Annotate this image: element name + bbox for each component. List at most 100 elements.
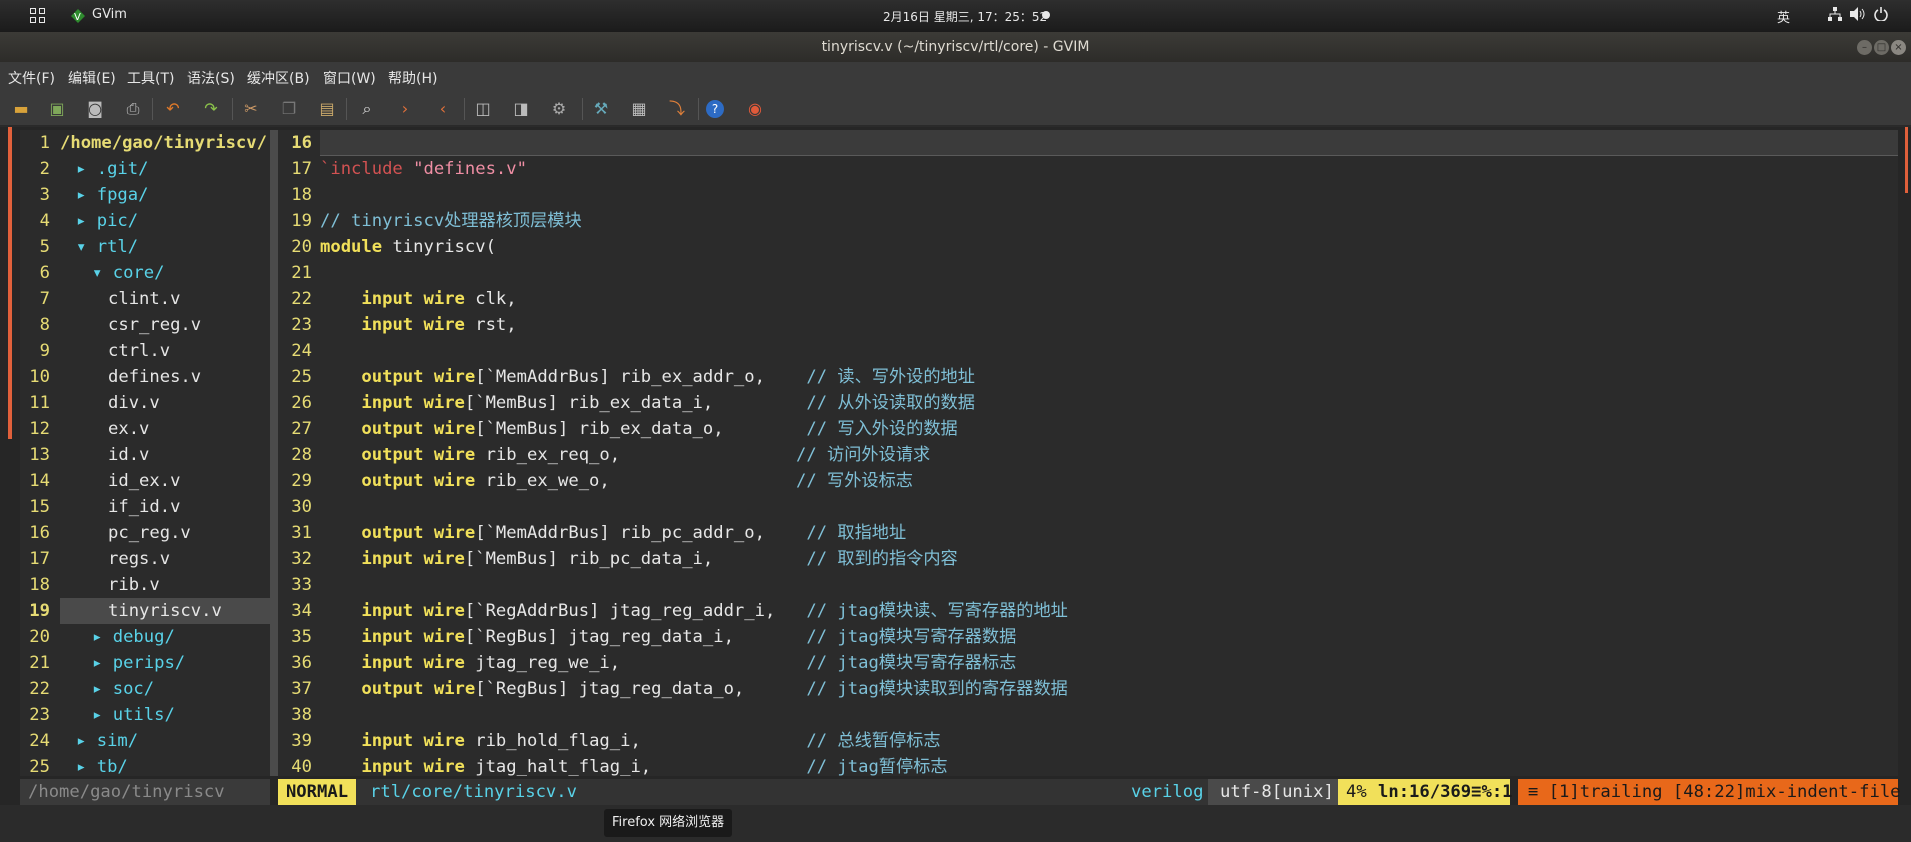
clock[interactable]: 2月16日 星期三, 17：25：52: [883, 8, 1047, 25]
code-line[interactable]: output wire[`MemBus] rib_ex_data_o, // 写…: [320, 416, 957, 442]
code-line[interactable]: input wire jtag_halt_flag_i, // jtag暂停标志: [320, 754, 947, 776]
code-line[interactable]: output wire rib_ex_we_o, // 写外设标志: [320, 468, 913, 494]
tree-expand-icon[interactable]: ▾: [92, 263, 102, 283]
tree-expand-icon[interactable]: ▸: [76, 731, 86, 751]
tree-expand-icon[interactable]: ▸: [92, 679, 102, 699]
network-icon[interactable]: [1828, 7, 1842, 25]
tags-icon[interactable]: ⤵: [666, 98, 688, 120]
tree-dir-item[interactable]: ▸ tb/: [76, 754, 128, 776]
save-icon[interactable]: ◙: [84, 98, 106, 120]
paste-icon[interactable]: ▤: [316, 98, 338, 120]
code-line[interactable]: output wire[`MemAddrBus] rib_ex_addr_o, …: [320, 364, 975, 390]
tree-expand-icon[interactable]: ▸: [92, 653, 102, 673]
tree-dir-item[interactable]: ▸ debug/: [92, 624, 175, 650]
window-title-bar[interactable]: tinyriscv.v (~/tinyriscv/rtl/core) - GVI…: [0, 32, 1911, 62]
undo-icon[interactable]: ↶: [162, 98, 184, 120]
code-line[interactable]: output wire[`MemAddrBus] rib_pc_addr_o, …: [320, 520, 906, 546]
run-script-icon[interactable]: ⚙: [548, 98, 570, 120]
tree-dir-item[interactable]: ▸ pic/: [76, 208, 138, 234]
scrollbar-thumb[interactable]: [1905, 127, 1908, 193]
app-grid-icon[interactable]: [30, 8, 46, 24]
tree-expand-icon[interactable]: ▸: [92, 627, 102, 647]
input-method-indicator[interactable]: 英: [1777, 7, 1790, 26]
menu-edit[interactable]: 编辑(E): [68, 68, 116, 88]
code-line[interactable]: input wire rib_hold_flag_i, // 总线暂停标志: [320, 728, 940, 754]
save-session-icon[interactable]: ▣: [46, 98, 68, 120]
power-icon[interactable]: [1874, 7, 1888, 25]
tree-file-item[interactable]: regs.v: [108, 546, 170, 572]
mode-indicator: NORMAL: [278, 779, 356, 805]
volume-icon[interactable]: [1850, 7, 1866, 25]
tree-dir-item[interactable]: ▸ .git/: [76, 156, 148, 182]
tree-file-item[interactable]: csr_reg.v: [108, 312, 201, 338]
code-line[interactable]: input wire rst,: [320, 312, 516, 338]
close-icon[interactable]: ×: [1891, 40, 1906, 55]
minimize-icon[interactable]: –: [1857, 40, 1872, 55]
find-prev-icon[interactable]: ‹: [432, 98, 454, 120]
code-pane[interactable]: 16 17 `include "defines.v" 18 19 // tinyriscv…: [278, 130, 1898, 776]
menu-tools[interactable]: 工具(T): [127, 68, 174, 88]
menu-help[interactable]: 帮助(H): [388, 68, 437, 88]
menu-file[interactable]: 文件(F): [8, 68, 55, 88]
active-app-name[interactable]: GVim: [92, 7, 127, 22]
tree-line-number: 11: [29, 393, 50, 413]
code-line[interactable]: output wire[`RegBus] jtag_reg_data_o, //…: [320, 676, 1067, 702]
tree-file-item[interactable]: id.v: [108, 442, 149, 468]
code-line[interactable]: input wire[`MemBus] rib_pc_data_i, // 取到…: [320, 546, 957, 572]
split-separator[interactable]: [270, 130, 278, 776]
tree-dir-item[interactable]: ▾ rtl/: [76, 234, 138, 260]
tree-root-item[interactable]: /home/gao/tinyriscv/: [60, 130, 267, 156]
tree-file-item[interactable]: ctrl.v: [108, 338, 170, 364]
load-session-icon[interactable]: ◫: [472, 98, 494, 120]
print-icon[interactable]: ⎙: [122, 98, 144, 120]
code-line[interactable]: `include "defines.v": [320, 156, 527, 182]
find-help-icon[interactable]: ◉: [744, 98, 766, 120]
left-sign-strip: [8, 127, 12, 439]
command-line[interactable]: [0, 805, 1911, 842]
menu-syntax[interactable]: 语法(S): [187, 68, 235, 88]
find-next-icon[interactable]: ›: [394, 98, 416, 120]
code-line[interactable]: input wire jtag_reg_we_i, // jtag模块写寄存器标…: [320, 650, 1016, 676]
shell-icon[interactable]: ▦: [628, 98, 650, 120]
tree-expand-icon[interactable]: ▸: [92, 705, 102, 725]
open-icon[interactable]: ▬: [10, 98, 32, 120]
find-replace-icon[interactable]: ⌕: [356, 98, 378, 120]
tree-file-item[interactable]: rib.v: [108, 572, 160, 598]
tree-dir-item[interactable]: ▸ soc/: [92, 676, 154, 702]
tree-dir-item[interactable]: ▸ sim/: [76, 728, 138, 754]
tree-file-item[interactable]: clint.v: [108, 286, 180, 312]
tree-expand-icon[interactable]: ▸: [76, 185, 86, 205]
tree-dir-item[interactable]: ▾ core/: [92, 260, 164, 286]
code-line[interactable]: input wire[`RegAddrBus] jtag_reg_addr_i,…: [320, 598, 1067, 624]
tree-file-item[interactable]: pc_reg.v: [108, 520, 191, 546]
tree-file-item[interactable]: id_ex.v: [108, 468, 180, 494]
tree-expand-icon[interactable]: ▾: [76, 237, 86, 257]
tree-expand-icon[interactable]: ▸: [76, 211, 86, 231]
menu-buffers[interactable]: 缓冲区(B): [247, 68, 310, 88]
code-line[interactable]: // tinyriscv处理器核顶层模块: [320, 208, 582, 234]
code-line[interactable]: input wire clk,: [320, 286, 516, 312]
help-icon[interactable]: ?: [706, 100, 724, 118]
cut-icon[interactable]: ✂: [240, 98, 262, 120]
tree-file-item[interactable]: ex.v: [108, 416, 149, 442]
tree-file-item[interactable]: defines.v: [108, 364, 201, 390]
save-session-icon[interactable]: ◨: [510, 98, 532, 120]
tree-expand-icon[interactable]: ▸: [76, 757, 86, 776]
maximize-icon[interactable]: □: [1874, 40, 1889, 55]
redo-icon[interactable]: ↷: [200, 98, 222, 120]
tree-file-item[interactable]: div.v: [108, 390, 160, 416]
tree-dir-item[interactable]: ▸ utils/: [92, 702, 175, 728]
code-line[interactable]: output wire rib_ex_req_o, // 访问外设请求: [320, 442, 930, 468]
tree-dir-item[interactable]: ▸ perips/: [92, 650, 185, 676]
code-line[interactable]: input wire[`RegBus] jtag_reg_data_i, // …: [320, 624, 1016, 650]
code-line[interactable]: input wire[`MemBus] rib_ex_data_i, // 从外…: [320, 390, 975, 416]
copy-icon[interactable]: ❐: [278, 98, 300, 120]
menu-window[interactable]: 窗口(W): [323, 68, 376, 88]
tree-file-item[interactable]: tinyriscv.v: [108, 598, 222, 624]
make-icon[interactable]: ⚒: [590, 98, 612, 120]
code-line[interactable]: module tinyriscv(: [320, 234, 496, 260]
tree-file-item[interactable]: if_id.v: [108, 494, 180, 520]
tree-expand-icon[interactable]: ▸: [76, 159, 86, 179]
tree-dir-item[interactable]: ▸ fpga/: [76, 182, 148, 208]
nerdtree-pane[interactable]: 1/home/gao/tinyriscv/2 ▸ .git/3 ▸ fpga/4 ▸ …: [20, 130, 270, 776]
